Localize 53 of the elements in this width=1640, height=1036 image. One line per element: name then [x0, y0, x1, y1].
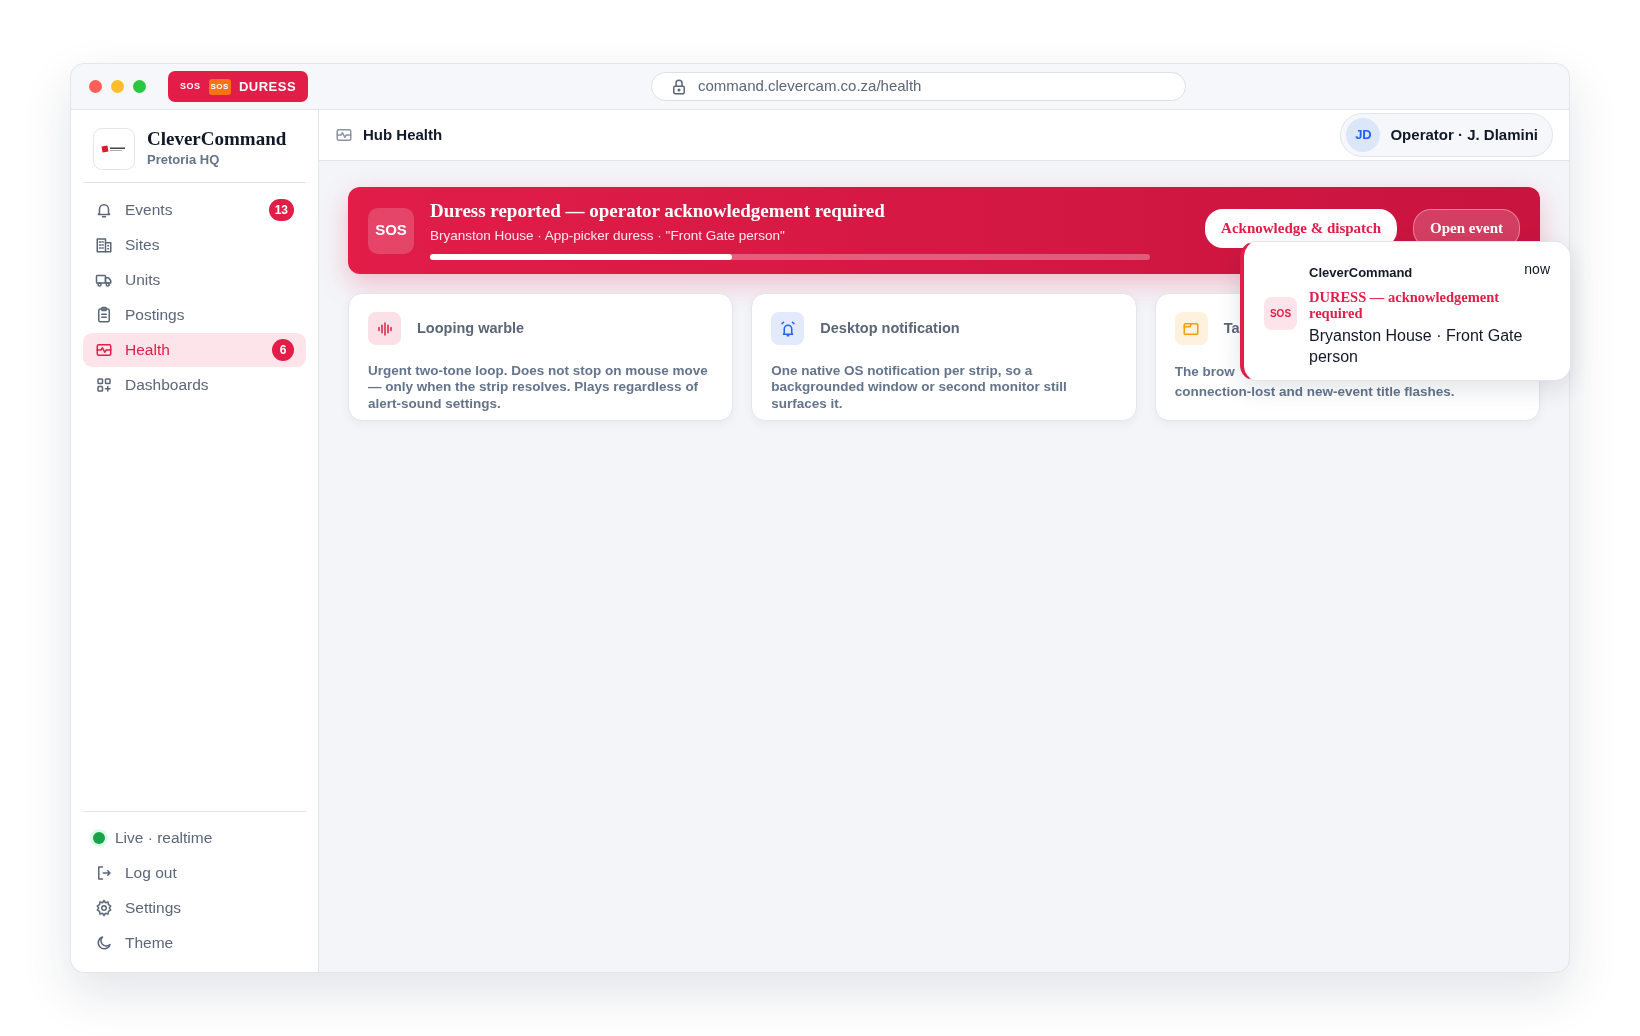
avatar: JD [1346, 118, 1381, 152]
card-text: The brow [1174, 363, 1235, 381]
count-badge: 13 [268, 199, 294, 221]
card-text: connection-lost and new-event title flashes. [1174, 382, 1455, 401]
card-title: Desktop notification [820, 318, 960, 338]
logo-icon [93, 128, 135, 170]
building-icon [95, 236, 113, 254]
sos-chip: SOS [208, 78, 231, 95]
sos-icon: SOS [1264, 296, 1297, 330]
brand-subtitle: Pretoria HQ [147, 150, 221, 169]
notification-time: now [1524, 259, 1550, 279]
user-menu[interactable]: JD Operator · J. Dlamini [1340, 113, 1553, 157]
page-title: Hub Health [363, 124, 443, 145]
pulse-icon [95, 341, 113, 359]
status-label: Live · realtime [115, 828, 213, 849]
window-control-dot[interactable] [133, 80, 146, 93]
card-text: One native OS notification per strip, so a backgrounded window or second monitor still surfaces it. [771, 363, 1068, 413]
alarm-bell-icon [778, 319, 797, 338]
sidebar-item[interactable]: Sites [83, 228, 306, 262]
waveform-icon [375, 319, 394, 338]
pulse-icon [335, 126, 353, 144]
clipboard-icon [95, 306, 113, 324]
sidebar-item[interactable]: Health 6 [83, 333, 306, 367]
duress-button[interactable]: SOS SOS DURESS [168, 70, 309, 103]
notification-app: CleverCommand [1309, 263, 1413, 282]
card-text: Urgent two-tone loop. Does not stop on mouse move — only when the strip resolves. Plays regardless of alert-sound settings. [368, 363, 709, 413]
sidebar-item[interactable]: Units [83, 263, 306, 297]
alert-subtitle: Bryanston House · App-picker duress · "Front Gate person" [430, 226, 786, 245]
notification-body: Bryanston House · Front Gate person [1309, 325, 1524, 367]
bell-icon [95, 201, 113, 219]
sidebar-item[interactable]: Events 13 [83, 193, 306, 227]
alert-title: Duress reported — operator acknowledgement required [430, 200, 886, 222]
lock-icon [670, 77, 688, 96]
sos-icon: SOS [368, 207, 414, 254]
card-title: Ta [1223, 318, 1240, 338]
sidebar-item[interactable]: Theme [83, 926, 306, 960]
window-control-dot[interactable] [111, 80, 124, 93]
logout-icon [95, 864, 113, 882]
address-bar[interactable]: command.clevercam.co.za/health [651, 72, 1186, 101]
sidebar-item[interactable]: Dashboards [83, 368, 306, 402]
sidebar-item[interactable]: Postings [83, 298, 306, 332]
grid-icon [95, 376, 113, 394]
settings-icon [95, 899, 113, 917]
window-control-dot[interactable] [89, 80, 102, 93]
notification-title: DURESS — acknowledgement required [1309, 290, 1501, 322]
moon-icon [95, 934, 113, 952]
count-badge: 6 [272, 339, 294, 361]
brand-name: CleverCommand [147, 128, 287, 150]
sidebar-item[interactable]: Log out [83, 856, 306, 890]
address-text: command.clevercam.co.za/health [698, 76, 922, 97]
card-title: Looping warble [417, 318, 525, 338]
sos-label: SOS [180, 79, 201, 93]
sidebar-item[interactable]: Settings [83, 891, 306, 925]
